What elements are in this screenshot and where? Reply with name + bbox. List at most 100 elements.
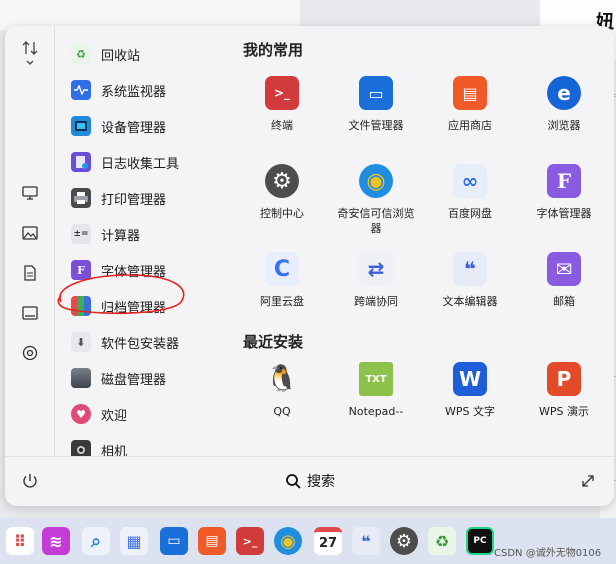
list-item-label: 回收站 <box>101 48 141 64</box>
camera-icon <box>71 440 91 456</box>
printer-icon <box>71 188 91 208</box>
tile-label: WPS 演示 <box>539 405 589 418</box>
list-item-system-monitor[interactable]: 系统监视器 <box>71 75 221 105</box>
list-item-label: 系统监视器 <box>101 84 167 100</box>
list-item-welcome[interactable]: ♥ 欢迎 <box>71 399 221 429</box>
category-sidebar <box>5 26 55 456</box>
cross-device-icon: ⇄ <box>359 252 393 286</box>
monitor-icon[interactable] <box>20 183 40 203</box>
list-item-disk-manager[interactable]: 磁盘管理器 <box>71 363 221 393</box>
tile-label: 终端 <box>271 119 293 132</box>
tile-label: 字体管理器 <box>536 207 592 220</box>
aliyun-drive-icon: C <box>265 252 299 286</box>
tile-label: 阿里云盘 <box>260 295 304 308</box>
tile-notepad[interactable]: TXT Notepad-- <box>329 362 423 419</box>
favorites-title: 我的常用 <box>243 41 304 59</box>
qianxin-browser-icon[interactable]: ◉ <box>274 527 302 555</box>
tile-wps-writer[interactable]: W WPS 文字 <box>423 362 517 419</box>
tile-label: Notepad-- <box>348 405 404 418</box>
disk-manager-icon <box>71 368 91 388</box>
multitask-icon[interactable]: ≋ <box>42 527 70 555</box>
tile-control-center[interactable]: ⚙ 控制中心 <box>235 164 329 221</box>
list-item-device-manager[interactable]: 设备管理器 <box>71 111 221 141</box>
app-launcher: ♻ 回收站 系统监视器 设备管理器 日志收集工具 打印管理器 ±= 计算器 F … <box>5 26 614 506</box>
list-item-label: 计算器 <box>101 228 141 244</box>
control-center-icon: ⚙ <box>265 164 299 198</box>
tile-label: WPS 文字 <box>445 405 495 418</box>
sort-icon[interactable] <box>20 41 40 65</box>
tile-label: 邮箱 <box>553 295 575 308</box>
baidu-netdisk-icon: ∞ <box>453 164 487 198</box>
list-item-log-collector[interactable]: 日志收集工具 <box>71 147 221 177</box>
tile-baidu-netdisk[interactable]: ∞ 百度网盘 <box>423 164 517 221</box>
picture-icon[interactable] <box>20 223 40 243</box>
tile-qq[interactable]: 🐧 QQ <box>235 362 329 419</box>
launcher-grid-icon[interactable]: ⠿ <box>6 527 34 555</box>
file-manager-icon: ▭ <box>359 76 393 110</box>
list-item-label: 字体管理器 <box>101 264 167 280</box>
tile-wps-presentation[interactable]: P WPS 演示 <box>517 362 611 419</box>
tile-browser[interactable]: e 浏览器 <box>517 76 611 133</box>
list-item-label: 欢迎 <box>101 408 128 424</box>
qianxin-browser-icon: ◉ <box>359 164 393 198</box>
tile-aliyun-drive[interactable]: C 阿里云盘 <box>235 252 329 309</box>
tile-mail[interactable]: ✉ 邮箱 <box>517 252 611 309</box>
font-manager-icon: F <box>547 164 581 198</box>
qq-icon: 🐧 <box>265 364 299 394</box>
system-monitor-icon <box>71 80 91 100</box>
list-item-calculator[interactable]: ±= 计算器 <box>71 219 221 249</box>
tile-file-manager[interactable]: ▭ 文件管理器 <box>329 76 423 133</box>
wps-writer-icon: W <box>453 362 487 396</box>
list-item-camera[interactable]: 相机 <box>71 435 221 456</box>
app-store-icon[interactable]: ▤ <box>198 527 226 555</box>
taskbar: ⠿ ≋ ⌕ ▦ ▭ ▤ >_ ◉ 27 ❝ ⚙ ♻ PC CSDN @诚外无物0… <box>0 518 616 564</box>
file-manager-icon[interactable]: ▭ <box>160 527 188 555</box>
list-item-label: 磁盘管理器 <box>101 372 167 388</box>
tile-cross-device[interactable]: ⇄ 跨端协同 <box>329 252 423 309</box>
tile-label: QQ <box>273 405 291 418</box>
tile-text-editor[interactable]: ❝ 文本编辑器 <box>423 252 517 309</box>
search-label: 搜索 <box>307 474 335 490</box>
app-list: ♻ 回收站 系统监视器 设备管理器 日志收集工具 打印管理器 ±= 计算器 F … <box>55 26 225 456</box>
tile-label: 文本编辑器 <box>442 295 498 308</box>
control-center-icon[interactable]: ▦ <box>120 527 148 555</box>
app-store-icon: ▤ <box>453 76 487 110</box>
settings-icon[interactable]: ⚙ <box>390 527 418 555</box>
document-icon[interactable] <box>20 263 40 283</box>
power-icon[interactable] <box>21 472 41 492</box>
search-button[interactable]: 搜索 <box>285 471 335 491</box>
tile-label: 浏览器 <box>547 119 581 132</box>
tile-qianxin-browser[interactable]: ◉ 奇安信可信浏览器 <box>329 164 423 236</box>
browser-icon: e <box>547 76 581 110</box>
wps-presentation-icon: P <box>547 362 581 396</box>
list-item-recycle-bin[interactable]: ♻ 回收站 <box>71 39 221 69</box>
recent-title: 最近安装 <box>243 333 304 351</box>
list-item-package-installer[interactable]: ⬇ 软件包安装器 <box>71 327 221 357</box>
tile-label: 跨端协同 <box>354 295 398 308</box>
tile-font-manager[interactable]: F 字体管理器 <box>517 164 611 221</box>
pycharm-icon[interactable]: PC <box>466 527 494 555</box>
main-panel: 我的常用 >_ 终端 ▭ 文件管理器 ▤ 应用商店 e 浏览器 ⚙ 控制中心 ◉… <box>225 26 614 456</box>
calendar-icon[interactable]: 27 <box>314 527 342 555</box>
list-item-font-manager[interactable]: F 字体管理器 <box>71 255 221 285</box>
tile-app-store[interactable]: ▤ 应用商店 <box>423 76 517 133</box>
tile-label: 控制中心 <box>260 207 304 220</box>
tile-label: 百度网盘 <box>448 207 492 220</box>
search-icon[interactable]: ⌕ <box>82 527 110 555</box>
terminal-icon: >_ <box>265 76 299 110</box>
fullscreen-icon[interactable] <box>581 473 597 489</box>
list-item-archive-manager[interactable]: 归档管理器 <box>71 291 221 321</box>
terminal-icon[interactable]: >_ <box>236 527 264 555</box>
window-icon[interactable] <box>20 303 40 323</box>
list-item-label: 软件包安装器 <box>101 336 180 352</box>
tile-terminal[interactable]: >_ 终端 <box>235 76 329 133</box>
log-collector-icon <box>71 152 91 172</box>
list-item-label: 打印管理器 <box>101 192 167 208</box>
recycle-bin-icon[interactable]: ♻ <box>428 527 456 555</box>
package-installer-icon: ⬇ <box>71 332 91 352</box>
search-icon <box>286 474 301 489</box>
text-editor-icon[interactable]: ❝ <box>352 527 380 555</box>
text-editor-icon: ❝ <box>453 252 487 286</box>
settings-icon[interactable] <box>20 343 40 363</box>
list-item-print-manager[interactable]: 打印管理器 <box>71 183 221 213</box>
